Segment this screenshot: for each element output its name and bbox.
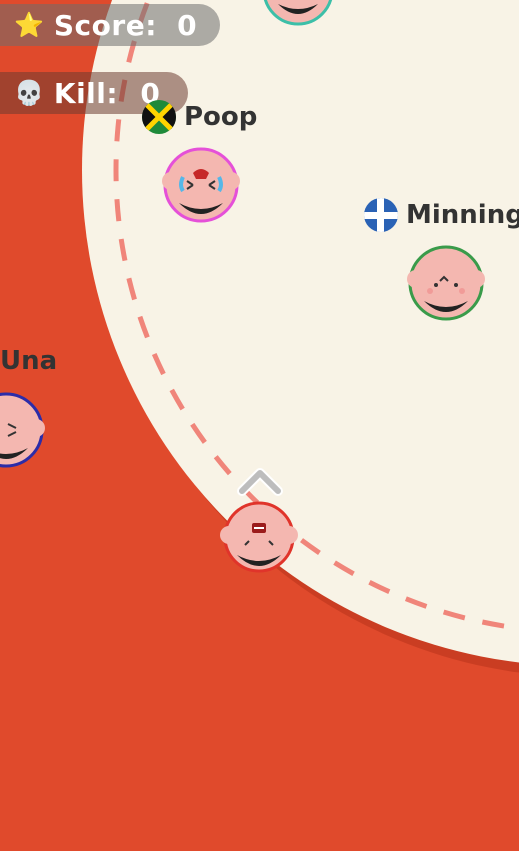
game-arena[interactable]	[0, 0, 519, 851]
score-value: 0	[177, 8, 198, 42]
player-name: Poop	[184, 102, 258, 132]
star-icon: ⭐	[14, 11, 44, 39]
jamaica-flag-icon	[142, 100, 176, 134]
player-poop	[162, 147, 240, 223]
player-name: Una	[0, 346, 58, 376]
finland-flag-icon	[364, 198, 398, 232]
player-minning	[407, 245, 485, 321]
skull-icon: 💀	[14, 79, 44, 107]
player-name: Minning	[406, 200, 519, 230]
score-label: Score:	[53, 8, 157, 42]
kill-label: Kill:	[53, 76, 119, 110]
nametag-poop: Poop	[142, 100, 257, 134]
nametag-minning: Minning	[364, 198, 519, 232]
score-display: ⭐ Score: 0	[0, 4, 220, 46]
nametag-una: Una	[0, 346, 57, 376]
